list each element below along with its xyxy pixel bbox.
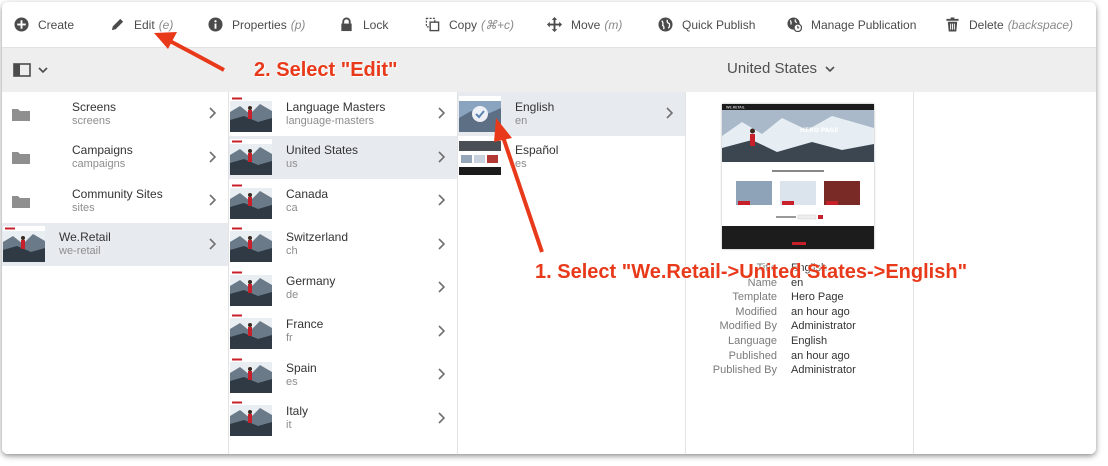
arrow-head-edit — [154, 32, 177, 49]
arrow-to-edit — [167, 38, 225, 72]
annotation-arrows — [154, 32, 544, 253]
annotation-step-1: 1. Select "We.Retail->United States->Eng… — [535, 261, 968, 283]
arrow-head-english — [494, 118, 512, 142]
annotation-step-2: 2. Select "Edit" — [254, 59, 398, 81]
arrow-to-english — [500, 133, 544, 253]
app-window: Create Edit (e) Properties (p) Lock Copy… — [2, 2, 1096, 454]
